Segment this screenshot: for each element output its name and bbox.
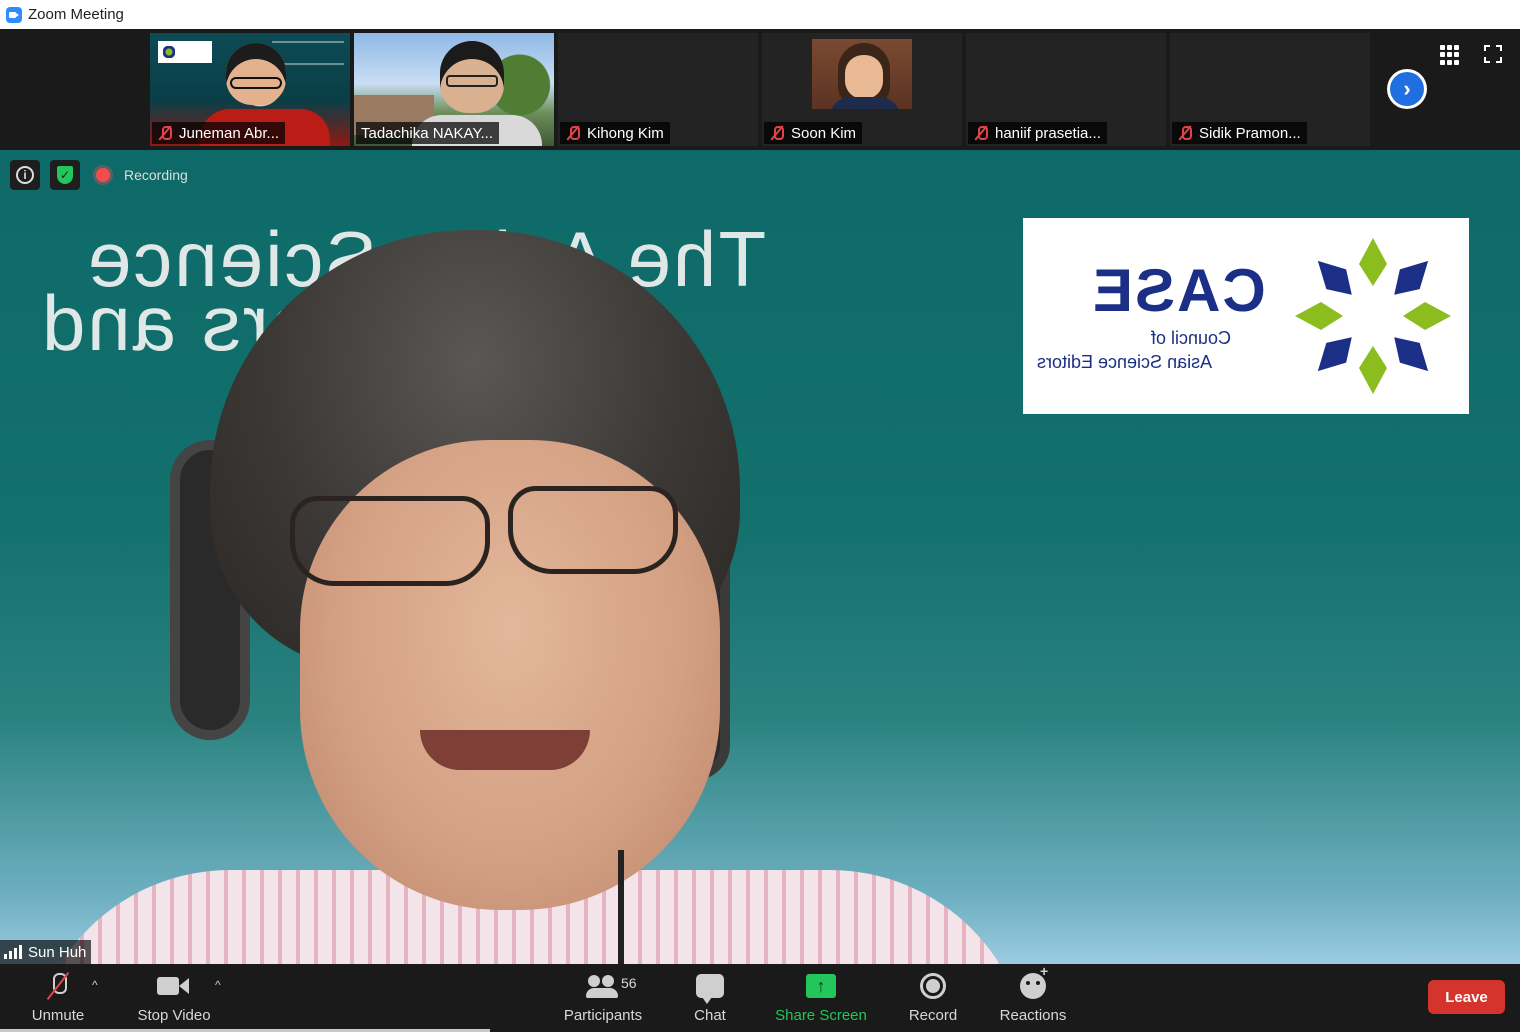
mic-off-icon: [565, 125, 581, 141]
fullscreen-icon[interactable]: [1484, 45, 1502, 63]
shield-icon: ✓: [57, 166, 73, 184]
mic-off-icon: [1177, 125, 1193, 141]
window-title: Zoom Meeting: [28, 6, 124, 23]
leave-button[interactable]: Leave: [1428, 980, 1505, 1014]
stop-video-label: Stop Video: [137, 1007, 211, 1024]
mic-off-icon: [769, 125, 785, 141]
participant-tile[interactable]: Juneman Abr...: [150, 33, 350, 146]
participant-tile[interactable]: Soon Kim: [762, 33, 962, 146]
video-options-caret[interactable]: ^: [215, 978, 221, 992]
participant-namebar: Soon Kim: [764, 122, 863, 144]
reactions-button[interactable]: Reactions: [998, 963, 1068, 1032]
share-screen-label: Share Screen: [775, 1007, 867, 1024]
info-icon: i: [16, 166, 34, 184]
camera-icon: [157, 975, 191, 997]
participant-name: haniif prasetia...: [995, 124, 1101, 142]
zoom-app-icon: [6, 6, 22, 23]
record-button[interactable]: Record: [905, 964, 961, 1032]
reactions-label: Reactions: [999, 1007, 1067, 1024]
mic-off-icon: [973, 125, 989, 141]
unmute-button[interactable]: Unmute: [22, 964, 94, 1032]
next-page-button[interactable]: ›: [1387, 69, 1427, 109]
participant-name: Tadachika NAKAY...: [361, 124, 494, 142]
speaker-namebar: Sun Huh: [0, 940, 92, 964]
active-speaker-video: The Asian Science Editors and CASE Counc…: [0, 150, 1520, 964]
window-titlebar: Zoom Meeting: [0, 0, 1520, 29]
participant-tile[interactable]: Tadachika NAKAY...: [354, 33, 554, 146]
speaker-figure: [30, 210, 1030, 964]
participant-namebar: Kihong Kim: [560, 122, 670, 144]
reactions-icon: [1020, 963, 1048, 999]
record-icon: [920, 973, 946, 999]
audio-options-caret[interactable]: ^: [92, 978, 98, 992]
share-screen-icon: ↑: [806, 974, 836, 998]
mic-off-icon: [157, 125, 173, 141]
meeting-toolbar: Unmute ^ Stop Video ^ Participants 56 Ch…: [0, 963, 1520, 1032]
participant-tile[interactable]: Kihong Kim: [558, 33, 758, 146]
signal-icon: [4, 945, 22, 959]
chat-icon: [696, 974, 724, 1004]
mic-off-icon: [45, 971, 71, 1001]
recording-label: Recording: [124, 167, 188, 183]
participant-namebar: Sidik Pramon...: [1172, 122, 1307, 144]
gallery-grid-icon[interactable]: [1440, 45, 1460, 65]
case-logo-word: CASE: [1091, 257, 1266, 324]
participants-label: Participants: [563, 1007, 643, 1024]
participants-icon: [586, 973, 620, 999]
participant-namebar: haniif prasetia...: [968, 122, 1107, 144]
participant-tile[interactable]: Sidik Pramon...: [1170, 33, 1370, 146]
participant-name: Soon Kim: [791, 124, 857, 142]
participant-namebar: Juneman Abr...: [152, 122, 286, 144]
unmute-label: Unmute: [31, 1007, 85, 1024]
chat-button[interactable]: Chat: [688, 964, 732, 1032]
meeting-info-button[interactable]: i: [10, 160, 40, 190]
case-logo-card: CASE Council of Asian Science Editors: [1023, 218, 1469, 414]
participant-video: [812, 39, 912, 109]
participant-tile[interactable]: haniif prasetia...: [966, 33, 1166, 146]
case-logo-sub1: Council of: [1151, 328, 1232, 348]
recording-indicator[interactable]: Recording: [90, 160, 194, 190]
participant-name: Juneman Abr...: [179, 124, 280, 142]
case-star-logo-icon: [1295, 238, 1451, 394]
participants-count: 56: [621, 975, 637, 991]
case-logo-sub2: Asian Science Editors: [1037, 352, 1213, 372]
participant-name: Sidik Pramon...: [1199, 124, 1301, 142]
participant-strip: Juneman Abr... Tadachika NAKAY... Kihong…: [0, 29, 1520, 150]
record-dot-icon: [96, 168, 110, 182]
chat-label: Chat: [694, 1007, 726, 1024]
share-screen-button[interactable]: ↑ Share Screen: [774, 964, 868, 1032]
participant-namebar: Tadachika NAKAY...: [356, 122, 500, 144]
stop-video-button[interactable]: Stop Video: [132, 964, 216, 1032]
security-button[interactable]: ✓: [50, 160, 80, 190]
next-page-icon: ›: [1390, 72, 1424, 106]
participant-name: Kihong Kim: [587, 124, 664, 142]
speaker-name: Sun Huh: [28, 943, 87, 961]
record-label: Record: [908, 1007, 958, 1024]
